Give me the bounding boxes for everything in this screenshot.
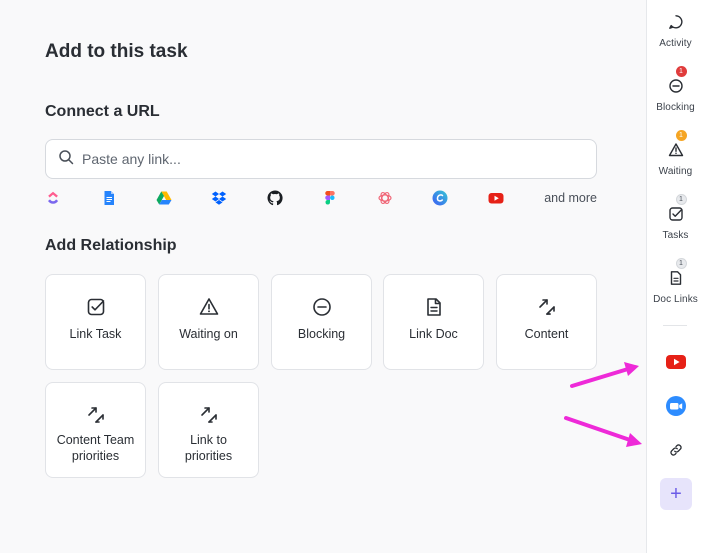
figma-icon[interactable]: [322, 190, 338, 206]
sidebar-item-tasks[interactable]: 1 Tasks: [648, 194, 701, 241]
blocking-card[interactable]: Blocking: [271, 274, 372, 370]
warning-icon: 1: [668, 130, 687, 158]
main-panel: Add to this task Connect a URL Paste any…: [0, 0, 646, 553]
link-task-card[interactable]: Link Task: [45, 274, 146, 370]
waiting-on-card[interactable]: Waiting on: [158, 274, 259, 370]
url-input-box[interactable]: [45, 139, 597, 179]
and-more-link[interactable]: and more: [544, 191, 597, 205]
integration-logos: and more: [45, 190, 597, 208]
arrows-icon: [536, 296, 558, 318]
add-relationship-heading: Add Relationship: [45, 237, 177, 254]
arrows-icon: [85, 404, 107, 426]
github-icon[interactable]: [267, 190, 283, 206]
zoom-app-icon[interactable]: [665, 395, 687, 417]
checkbox-icon: 1: [668, 194, 687, 222]
dropbox-icon[interactable]: [211, 190, 227, 206]
card-label: Link to priorities: [184, 433, 233, 463]
content-team-priorities-card[interactable]: Content Team priorities: [45, 382, 146, 478]
link-to-priorities-card[interactable]: Link to priorities: [158, 382, 259, 478]
waiting-count-badge: 1: [675, 130, 687, 141]
content-card[interactable]: Content: [496, 274, 597, 370]
sidebar-item-label: Doc Links: [653, 294, 698, 305]
card-label: Content Team priorities: [56, 433, 135, 463]
page-title: Add to this task: [45, 41, 188, 62]
connect-url-heading: Connect a URL: [45, 103, 160, 120]
arrows-icon: [198, 404, 220, 426]
sidebar-item-doc-links[interactable]: 1 Doc Links: [648, 258, 701, 305]
chat-icon: [668, 14, 684, 30]
google-docs-icon[interactable]: [101, 190, 117, 206]
tasks-count-badge: 1: [675, 194, 687, 205]
link-doc-card[interactable]: Link Doc: [383, 274, 484, 370]
google-drive-icon[interactable]: [156, 190, 172, 206]
minus-circle-icon: [311, 296, 333, 318]
warning-icon: [198, 296, 220, 318]
sidebar-item-activity[interactable]: Activity: [648, 14, 701, 49]
blocking-count-badge: 1: [675, 66, 687, 77]
sidebar-item-blocking[interactable]: 1 Blocking: [648, 66, 701, 113]
document-icon: [423, 296, 445, 318]
document-icon: 1: [668, 258, 687, 286]
card-label: Blocking: [297, 327, 346, 341]
sidebar-item-label: Blocking: [656, 102, 695, 113]
sidebar-item-label: Activity: [659, 38, 692, 49]
sidebar-item-label: Tasks: [662, 230, 689, 241]
youtube-icon[interactable]: [488, 190, 504, 206]
clickup-icon[interactable]: [45, 190, 61, 206]
youtube-app-icon[interactable]: [665, 351, 687, 373]
openai-icon[interactable]: [377, 190, 393, 206]
add-app-button[interactable]: +: [660, 478, 692, 510]
minus-circle-icon: 1: [668, 66, 687, 94]
sidebar-divider: [663, 325, 687, 326]
link-app-icon[interactable]: [665, 439, 687, 461]
checkbox-icon: [85, 296, 107, 318]
doc-links-count-badge: 1: [675, 258, 687, 269]
search-icon: [58, 149, 74, 170]
sidebar-item-waiting[interactable]: 1 Waiting: [648, 130, 701, 177]
card-label: Content: [524, 327, 569, 341]
card-label: Waiting on: [179, 327, 238, 341]
card-label: Link Task: [69, 327, 122, 341]
sidebar-item-label: Waiting: [658, 166, 693, 177]
canva-icon[interactable]: [432, 190, 448, 206]
paste-link-input[interactable]: [82, 151, 562, 167]
card-label: Link Doc: [409, 327, 458, 341]
